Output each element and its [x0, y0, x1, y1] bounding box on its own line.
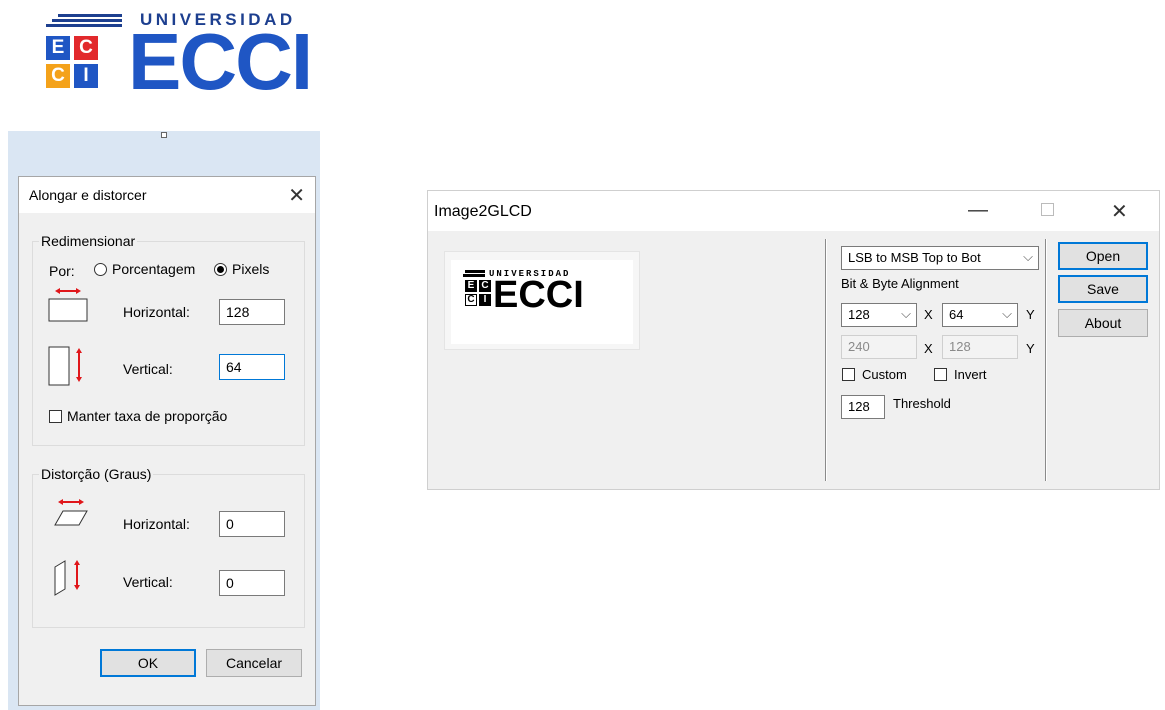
- original-width-field: 240: [841, 335, 917, 359]
- preview-tile: C: [479, 280, 491, 292]
- maximize-icon: [1041, 203, 1054, 216]
- skew-horizontal-input[interactable]: 0: [219, 511, 285, 537]
- invert-label[interactable]: Invert: [954, 367, 987, 382]
- dialog-titlebar: Alongar e distorcer ✕: [19, 177, 315, 213]
- resize-skew-dialog: Alongar e distorcer ✕ Redimensionar Por:…: [18, 176, 316, 706]
- keep-ratio-checkbox[interactable]: [49, 410, 62, 423]
- vertical-skew-icon: [54, 560, 80, 596]
- horizontal-skew-icon: [54, 499, 88, 526]
- cancel-button[interactable]: Cancelar: [206, 649, 302, 677]
- close-icon[interactable]: ✕: [1111, 199, 1128, 224]
- skew-vertical-label: Vertical:: [123, 574, 173, 590]
- logo-stripe: [58, 14, 122, 17]
- dialog-title: Alongar e distorcer: [29, 187, 147, 203]
- custom-checkbox[interactable]: [842, 368, 855, 381]
- separator: [1045, 239, 1047, 481]
- logo-tile: C: [46, 64, 70, 88]
- image-preview: UNIVERSIDAD E C C I ECCI: [444, 251, 640, 350]
- threshold-input[interactable]: 128: [841, 395, 885, 419]
- chevron-down-icon: ⌵: [1002, 306, 1012, 321]
- alignment-label: Bit & Byte Alignment: [841, 276, 959, 291]
- skew-horizontal-label: Horizontal:: [123, 516, 190, 532]
- chevron-down-icon: ⌵: [1023, 249, 1033, 264]
- preview-big-text: ECCI: [493, 274, 584, 316]
- y-label: Y: [1026, 307, 1035, 322]
- resize-group-legend: Redimensionar: [39, 233, 138, 249]
- logo-stripe: [46, 24, 122, 27]
- canvas-resize-handle[interactable]: [161, 132, 167, 138]
- preview-tile: I: [479, 294, 491, 306]
- pixels-radio[interactable]: [214, 263, 227, 276]
- percent-radio[interactable]: [94, 263, 107, 276]
- width-select[interactable]: 128 ⌵: [841, 303, 917, 327]
- logo-tile: E: [46, 36, 70, 60]
- height-select-value: 64: [949, 307, 964, 322]
- save-button[interactable]: Save: [1058, 275, 1148, 303]
- preview-stripe: [465, 270, 485, 273]
- horizontal-resize-icon: [48, 288, 88, 322]
- threshold-label: Threshold: [893, 396, 951, 411]
- open-button[interactable]: Open: [1058, 242, 1148, 270]
- pixels-radio-label[interactable]: Pixels: [232, 261, 269, 277]
- preview-stripe: [463, 274, 485, 277]
- by-label: Por:: [49, 263, 75, 279]
- x-label: X: [924, 307, 933, 322]
- glcd-titlebar: Image2GLCD — ✕: [428, 191, 1159, 231]
- height-select[interactable]: 64 ⌵: [942, 303, 1018, 327]
- original-height-field: 128: [942, 335, 1018, 359]
- resize-horizontal-input[interactable]: 128: [219, 299, 285, 325]
- preview-tile: E: [465, 280, 477, 292]
- logo-tile: I: [74, 64, 98, 88]
- minimize-icon[interactable]: —: [968, 199, 988, 222]
- alignment-select-value: LSB to MSB Top to Bot: [848, 250, 981, 265]
- alignment-select[interactable]: LSB to MSB Top to Bot ⌵: [841, 246, 1039, 270]
- resize-horizontal-label: Horizontal:: [123, 304, 190, 320]
- vertical-resize-icon: [48, 346, 82, 386]
- ecci-logo: UNIVERSIDAD E C C I ECCI: [40, 8, 313, 103]
- skew-group-legend: Distorção (Graus): [39, 466, 154, 482]
- chevron-down-icon: ⌵: [901, 306, 911, 321]
- logo-big-text: ECCI: [128, 17, 313, 106]
- glcd-title: Image2GLCD: [434, 203, 532, 220]
- preview-tile: C: [465, 294, 477, 306]
- custom-label[interactable]: Custom: [862, 367, 907, 382]
- resize-vertical-input[interactable]: 64: [219, 354, 285, 380]
- close-icon[interactable]: ✕: [288, 183, 305, 208]
- about-button[interactable]: About: [1058, 309, 1148, 337]
- y-label: Y: [1026, 341, 1035, 356]
- invert-checkbox[interactable]: [934, 368, 947, 381]
- logo-stripe: [52, 19, 122, 22]
- width-select-value: 128: [848, 307, 870, 322]
- image2glcd-window: Image2GLCD — ✕ UNIVERSIDAD E C C I ECCI …: [427, 190, 1160, 490]
- x-label: X: [924, 341, 933, 356]
- percent-radio-label[interactable]: Porcentagem: [112, 261, 195, 277]
- ok-button[interactable]: OK: [100, 649, 196, 677]
- separator: [825, 239, 827, 481]
- preview-canvas: UNIVERSIDAD E C C I ECCI: [451, 260, 633, 344]
- resize-vertical-label: Vertical:: [123, 361, 173, 377]
- keep-ratio-label[interactable]: Manter taxa de proporção: [67, 408, 227, 424]
- skew-vertical-input[interactable]: 0: [219, 570, 285, 596]
- logo-tile: C: [74, 36, 98, 60]
